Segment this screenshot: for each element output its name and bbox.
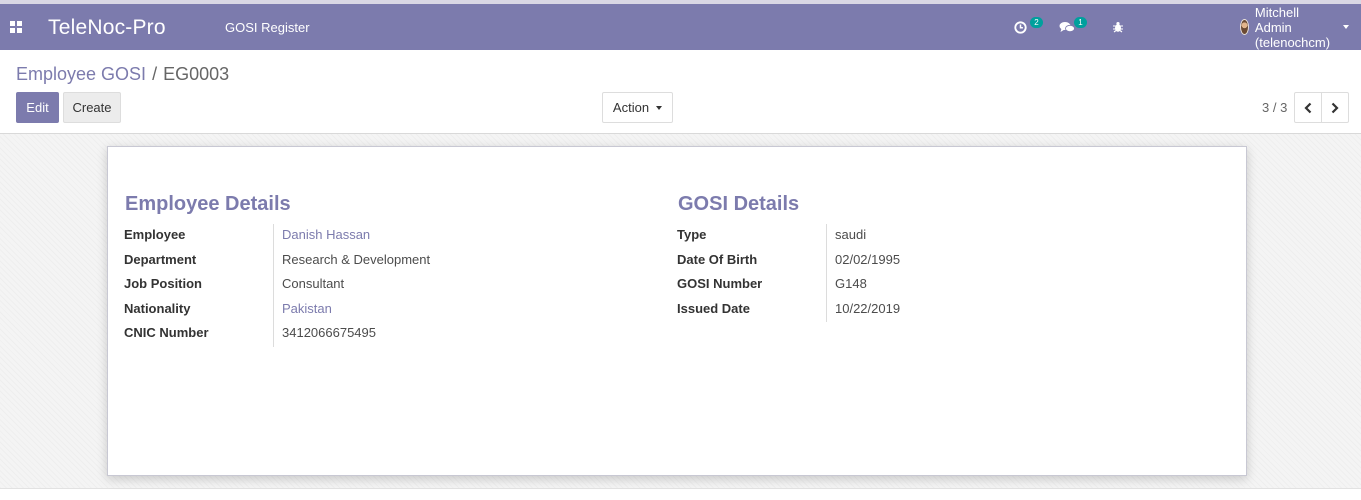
type-value: saudi bbox=[835, 227, 867, 242]
date-of-birth-label: Date Of Birth bbox=[677, 252, 758, 267]
gosi-details-title: GOSI Details bbox=[678, 193, 800, 215]
employee-label: Employee bbox=[124, 227, 186, 242]
pager-previous-button[interactable] bbox=[1294, 92, 1322, 123]
cnic-number-label: CNIC Number bbox=[124, 325, 209, 340]
job-position-label: Job Position bbox=[124, 276, 202, 291]
create-button[interactable]: Create bbox=[63, 92, 121, 123]
nationality-label: Nationality bbox=[124, 301, 191, 316]
divider bbox=[0, 488, 1361, 489]
nationality-value[interactable]: Pakistan bbox=[282, 301, 332, 316]
main-navbar: TeleNoc-Pro GOSI Register 2 1 Mitchell A… bbox=[0, 4, 1361, 50]
breadcrumb-current: EG0003 bbox=[163, 64, 230, 84]
control-panel: Employee GOSI / EG0003 Edit Create Action … bbox=[0, 50, 1361, 134]
app-brand[interactable]: TeleNoc-Pro bbox=[48, 16, 166, 40]
pager-value[interactable]: 3 / 3 bbox=[1262, 100, 1287, 115]
divider bbox=[826, 224, 827, 322]
department-value: Research & Development bbox=[282, 252, 431, 267]
action-label: Action bbox=[612, 100, 650, 115]
chevron-down-icon bbox=[1343, 25, 1349, 29]
breadcrumb-separator: / bbox=[152, 64, 158, 84]
date-of-birth-value: 02/02/1995 bbox=[835, 252, 901, 267]
avatar bbox=[1239, 19, 1249, 35]
cnic-number-value: 3412066675495 bbox=[282, 325, 376, 340]
clock-icon bbox=[1014, 20, 1027, 34]
gosi-number-value: G148 bbox=[835, 276, 867, 291]
apps-menu-icon[interactable] bbox=[10, 21, 22, 33]
bug-icon bbox=[1113, 22, 1123, 33]
chevron-left-icon bbox=[1304, 102, 1312, 113]
chevron-down-icon bbox=[656, 105, 663, 110]
pager-next-button[interactable] bbox=[1321, 92, 1349, 123]
chat-icon bbox=[1059, 21, 1075, 32]
edit-button[interactable]: Edit bbox=[16, 92, 59, 123]
activity-count-badge: 2 bbox=[1030, 17, 1043, 28]
type-label: Type bbox=[677, 227, 707, 242]
job-position-value: Consultant bbox=[282, 276, 345, 291]
employee-details-title: Employee Details bbox=[125, 193, 291, 215]
employee-value[interactable]: Danish Hassan bbox=[282, 227, 370, 242]
breadcrumb-parent[interactable]: Employee GOSI bbox=[16, 64, 146, 84]
user-menu[interactable]: Mitchell Admin (telenochcm) bbox=[1239, 4, 1349, 50]
issued-date-label: Issued Date bbox=[677, 301, 750, 316]
menu-gosi-register[interactable]: GOSI Register bbox=[225, 20, 310, 35]
form-sheet: Employee Details Employee Danish Hassan … bbox=[107, 146, 1247, 476]
gosi-number-label: GOSI Number bbox=[677, 276, 763, 291]
action-dropdown-button[interactable]: Action bbox=[602, 92, 673, 123]
issued-date-value: 10/22/2019 bbox=[835, 301, 901, 316]
debug-button[interactable] bbox=[1112, 4, 1126, 50]
messages-count-badge: 1 bbox=[1074, 17, 1087, 28]
chevron-right-icon bbox=[1331, 102, 1339, 113]
breadcrumb: Employee GOSI / EG0003 bbox=[16, 64, 229, 85]
department-label: Department bbox=[124, 252, 197, 267]
divider bbox=[273, 224, 274, 347]
user-name: Mitchell Admin (telenochcm) bbox=[1254, 4, 1331, 50]
